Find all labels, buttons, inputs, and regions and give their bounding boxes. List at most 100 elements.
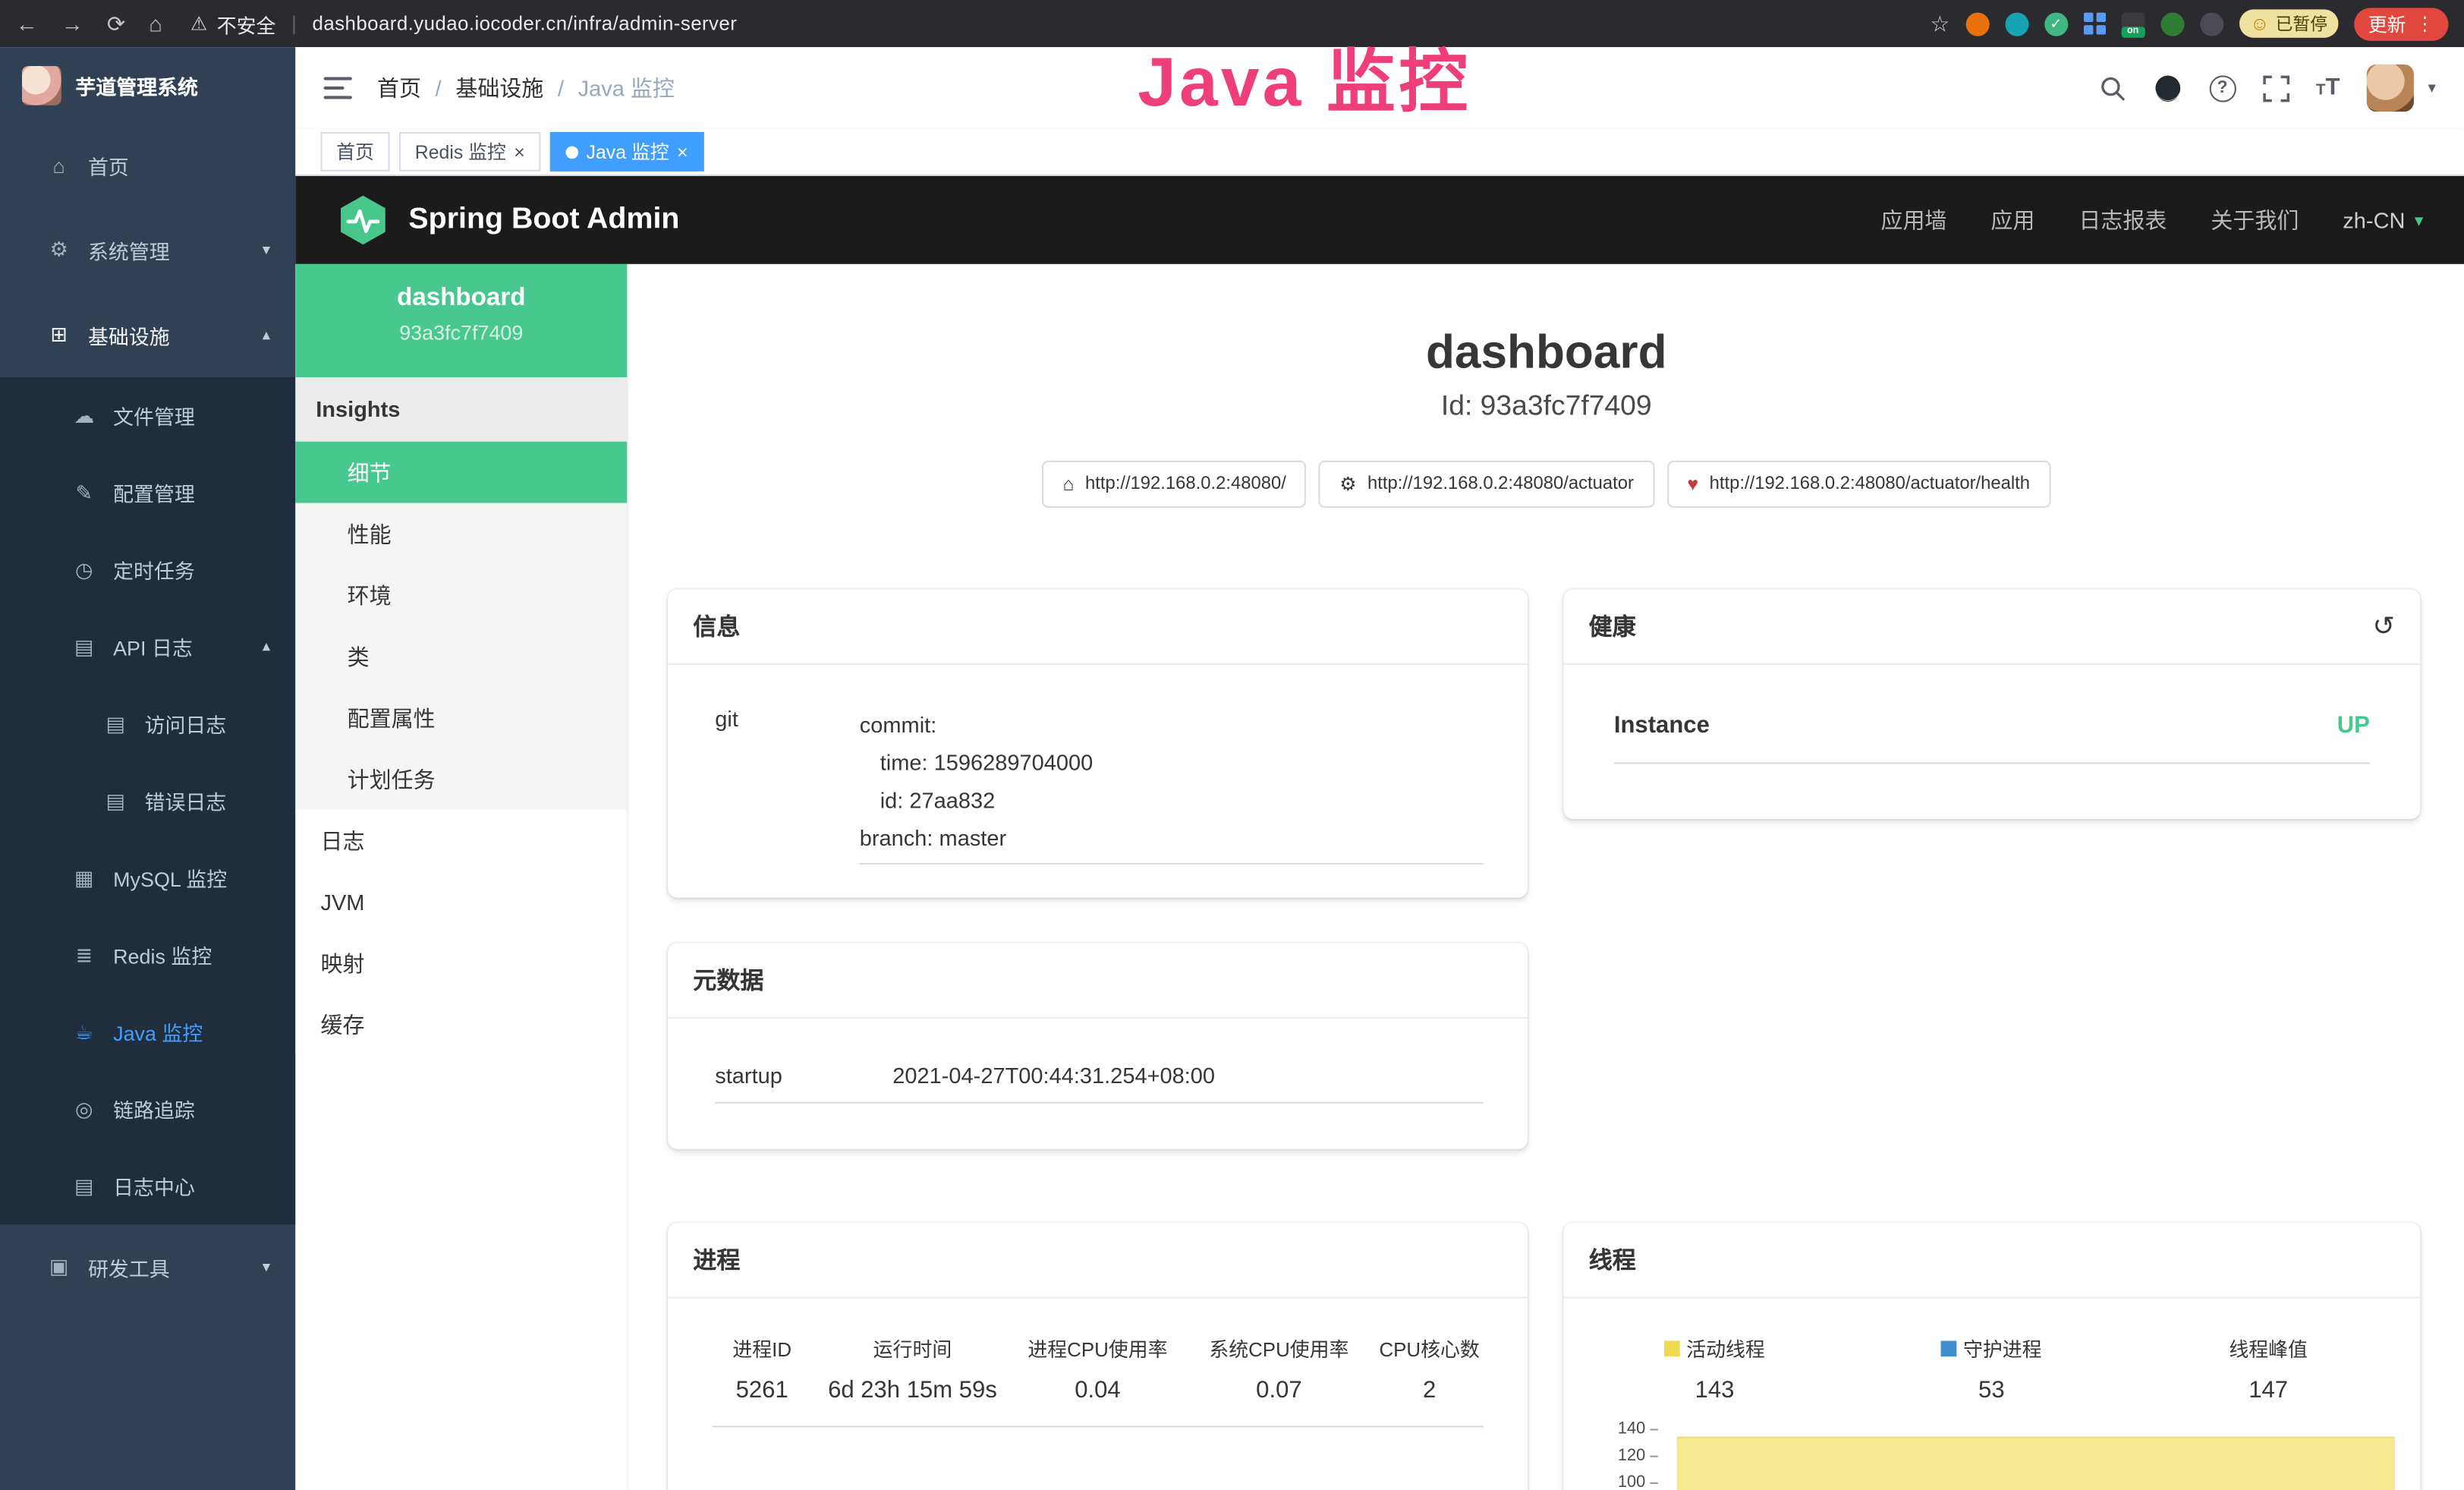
cell-value: 2	[1375, 1377, 1483, 1403]
sidebar-item-system[interactable]: ⚙ 系统管理 ▾	[0, 207, 295, 292]
link-label: http://192.168.0.2:48080/	[1085, 474, 1286, 493]
sidebar-item-scheduled-jobs[interactable]: ◷ 定时任务	[0, 531, 295, 608]
sidebar-item-label: Redis 监控	[113, 940, 212, 969]
breadcrumb-infra[interactable]: 基础设施	[421, 72, 543, 103]
browser-menu-icon[interactable]: ⋮	[2415, 13, 2434, 35]
fullscreen-icon[interactable]	[2262, 74, 2289, 101]
sba-item-scheduledtasks[interactable]: 计划任务	[295, 748, 627, 810]
sba-item-classes[interactable]: 类	[295, 625, 627, 687]
sba-item-jvm[interactable]: JVM	[295, 871, 627, 932]
paused-badge[interactable]: ☺ 已暂停	[2239, 9, 2338, 37]
status-badge: UP	[2337, 712, 2370, 739]
sidebar-item-api-logs[interactable]: ▤ API 日志 ▴	[0, 608, 295, 685]
extension-icon[interactable]	[2200, 12, 2223, 36]
update-button[interactable]: 更新 ⋮	[2354, 7, 2448, 39]
sba-logo-icon	[336, 194, 389, 247]
breadcrumb-home[interactable]: 首页	[377, 72, 421, 103]
switch-extension-icon[interactable]: on	[2121, 12, 2145, 36]
tab-java-monitor[interactable]: Java 监控 ×	[550, 132, 703, 172]
sidebar-item-file-manage[interactable]: ☁ 文件管理	[0, 377, 295, 454]
legend-label: 守护进程	[1963, 1333, 2042, 1362]
close-icon[interactable]: ×	[514, 142, 525, 161]
extension-icon[interactable]	[1965, 12, 1989, 36]
leaf-extension-icon[interactable]	[2160, 12, 2184, 36]
sidebar-item-label: 定时任务	[113, 555, 195, 584]
history-icon[interactable]: ↺	[2373, 611, 2396, 642]
tab-home[interactable]: 首页	[320, 132, 389, 172]
big-t: T	[2326, 74, 2340, 100]
sba-brand[interactable]: Spring Boot Admin	[336, 194, 679, 247]
reload-icon[interactable]: ⟳	[107, 10, 125, 36]
sidebar-item-error-logs[interactable]: ▤ 错误日志	[0, 762, 295, 839]
chevron-down-icon: ▾	[263, 241, 270, 259]
hamburger-icon[interactable]	[324, 77, 352, 99]
card-title: 信息	[693, 610, 740, 643]
logo-image	[22, 65, 61, 105]
extension-icon[interactable]	[2005, 12, 2028, 36]
actuator-url-link[interactable]: ⚙ http://192.168.0.2:48080/actuator	[1319, 461, 1654, 508]
sba-item-logs[interactable]: 日志	[295, 810, 627, 871]
instance-id-line: Id: 93a3fc7f7409	[628, 390, 2464, 423]
help-icon[interactable]: ?	[2209, 74, 2236, 101]
nav-wallboard[interactable]: 应用墙	[1880, 204, 1946, 235]
locale-label: zh-CN	[2343, 207, 2405, 232]
metadata-key: startup	[715, 1063, 892, 1088]
sidebar: 芋道管理系统 ⌂ 首页 ⚙ 系统管理 ▾ ⊞ 基础设施 ▴ ☁ 文件管理 ✎ 配…	[0, 47, 295, 1490]
info-line: time: 1596289704000	[860, 744, 1484, 782]
sba-instance-header[interactable]: dashboard 93a3fc7f7409	[295, 264, 627, 377]
avatar[interactable]	[2367, 65, 2414, 112]
extensions-grid-icon[interactable]	[2083, 13, 2105, 35]
sba-item-environment[interactable]: 环境	[295, 564, 627, 625]
vue-devtools-icon[interactable]: ✓	[2044, 12, 2068, 36]
sba-item-configprops[interactable]: 配置属性	[295, 687, 627, 748]
sba-item-details[interactable]: 细节	[295, 442, 627, 503]
health-url-link[interactable]: ♥ http://192.168.0.2:48080/actuator/heal…	[1666, 461, 2050, 508]
service-url-link[interactable]: ⌂ http://192.168.0.2:48080/	[1043, 461, 1307, 508]
bookmark-star-icon[interactable]: ☆	[1930, 10, 1949, 36]
cell-value: 6d 23h 15m 59s	[824, 1377, 1002, 1403]
sidebar-item-home[interactable]: ⌂ 首页	[0, 123, 295, 208]
search-icon[interactable]	[2099, 74, 2126, 101]
github-icon[interactable]	[2152, 74, 2182, 102]
sidebar-item-java-monitor[interactable]: ☕ Java 监控	[0, 994, 295, 1070]
sidebar-item-label: 研发工具	[88, 1252, 170, 1281]
nav-applications[interactable]: 应用	[1990, 204, 2034, 235]
nav-about[interactable]: 关于我们	[2211, 204, 2299, 235]
sidebar-item-log-center[interactable]: ▤ 日志中心	[0, 1148, 295, 1224]
chevron-down-icon[interactable]: ▾	[2428, 80, 2435, 97]
back-icon[interactable]: ←	[16, 10, 38, 36]
sba-item-caches[interactable]: 缓存	[295, 994, 627, 1055]
card-title: 健康	[1589, 610, 1636, 643]
sidebar-item-infra[interactable]: ⊞ 基础设施 ▴	[0, 292, 295, 377]
gear-icon: ⚙	[47, 238, 71, 263]
nav-journal[interactable]: 日志报表	[2079, 204, 2167, 235]
close-icon[interactable]: ×	[677, 142, 688, 161]
font-size-icon[interactable]: TT	[2316, 74, 2340, 102]
instance-name: dashboard	[295, 285, 627, 313]
process-table: 进程ID 运行时间 进程CPU使用率 系统CPU使用率 CPU核心数 5261 …	[712, 1333, 1484, 1427]
sidebar-item-label: 文件管理	[113, 401, 195, 430]
process-card: 进程 进程ID 运行时间 进程CPU使用率 系统CPU使用率 CPU核心数 52…	[668, 1223, 1528, 1490]
home-icon[interactable]: ⌂	[149, 10, 162, 36]
site-security[interactable]: ⚠ 不安全	[190, 8, 275, 38]
on-badge: on	[2121, 26, 2145, 36]
sidebar-item-dev-tools[interactable]: ▣ 研发工具 ▾	[0, 1224, 295, 1309]
sidebar-item-label: 日志中心	[113, 1171, 195, 1201]
sba-item-mappings[interactable]: 映射	[295, 932, 627, 994]
tab-redis-monitor[interactable]: Redis 监控 ×	[399, 132, 540, 172]
address-bar[interactable]: dashboard.yudao.iocoder.cn/infra/admin-s…	[313, 13, 738, 35]
locale-select[interactable]: zh-CN ▾	[2343, 207, 2423, 232]
tools-icon: ▣	[47, 1255, 71, 1280]
legend-label: 线程峰值	[2229, 1333, 2308, 1362]
sidebar-item-mysql-monitor[interactable]: ▦ MySQL 监控	[0, 840, 295, 916]
sidebar-item-config-manage[interactable]: ✎ 配置管理	[0, 454, 295, 531]
sidebar-item-access-logs[interactable]: ▤ 访问日志	[0, 685, 295, 762]
sidebar-item-label: 链路追踪	[113, 1094, 195, 1123]
sidebar-item-redis-monitor[interactable]: ≣ Redis 监控	[0, 916, 295, 993]
forward-icon[interactable]: →	[61, 10, 83, 36]
heart-icon: ♥	[1687, 473, 1698, 495]
sba-item-metrics[interactable]: 性能	[295, 503, 627, 565]
sba-nav: 应用墙 应用 日志报表 关于我们 zh-CN ▾	[1880, 204, 2423, 235]
sidebar-item-tracing[interactable]: ◎ 链路追踪	[0, 1070, 295, 1147]
divider: |	[291, 13, 297, 35]
